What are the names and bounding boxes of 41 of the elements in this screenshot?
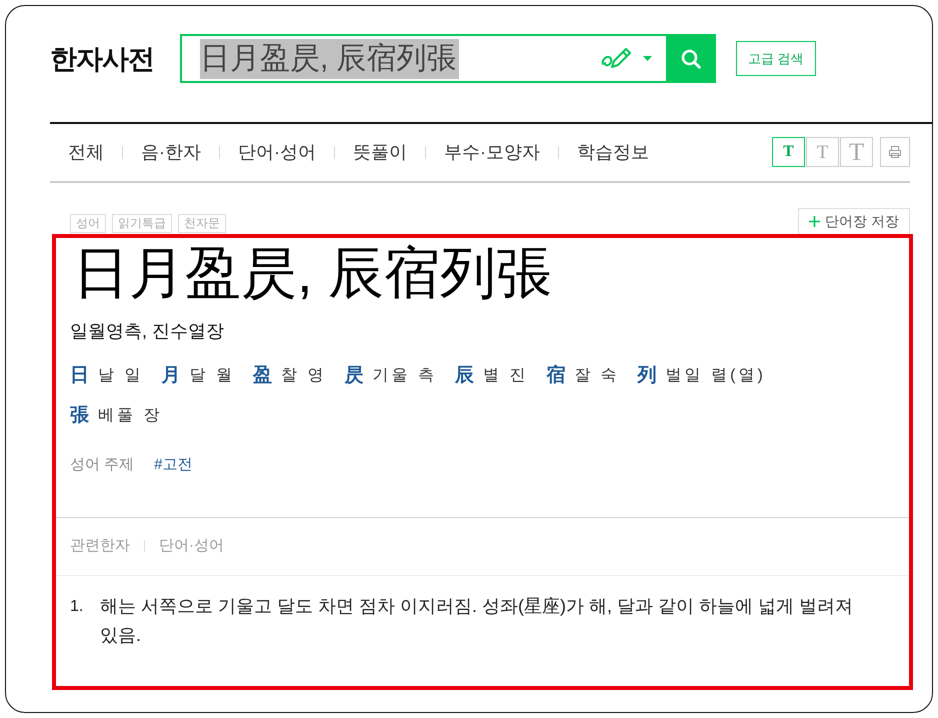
- hanja-link[interactable]: 昃: [344, 362, 364, 388]
- search-query: 日月盈昃, 辰宿列張: [200, 38, 459, 78]
- search-icon: [681, 48, 701, 68]
- hanja-meaning: 잘 숙: [574, 366, 620, 386]
- site-logo[interactable]: 한자사전: [50, 40, 180, 76]
- plus-icon: [809, 216, 820, 227]
- hanja-meaning: 찰 영: [280, 366, 326, 386]
- hanja-link[interactable]: 盈: [252, 362, 272, 388]
- hanja-link[interactable]: 辰: [454, 362, 474, 388]
- caret-icon[interactable]: [643, 56, 652, 61]
- hanja-link[interactable]: 張: [70, 402, 89, 428]
- entry-reading: 일월영측, 진수열장: [70, 320, 226, 343]
- nav-tab[interactable]: 음·한자: [141, 140, 201, 164]
- nav-tab[interactable]: 단어·성어: [238, 140, 316, 164]
- hanja-link[interactable]: 日: [70, 362, 89, 388]
- hanja-meaning: 기울 측: [372, 366, 437, 386]
- hanja-meaning: 날 일: [98, 366, 144, 386]
- definition-number: 1.: [70, 597, 84, 617]
- category-tag: 읽기특급: [112, 214, 172, 233]
- search-field[interactable]: 日月盈昃, 辰宿列張: [180, 34, 666, 83]
- print-button[interactable]: [880, 137, 910, 167]
- nav-tab[interactable]: 전체: [68, 140, 104, 164]
- hanja-link[interactable]: 列: [638, 362, 657, 388]
- category-tag: 성어: [70, 214, 106, 233]
- topic-label: 성어 주제: [70, 455, 134, 475]
- printer-icon: [888, 145, 902, 159]
- hanja-link[interactable]: 月: [161, 362, 180, 388]
- hanja-link[interactable]: 宿: [546, 362, 566, 388]
- definition-text: 해는 서쪽으로 기울고 달도 차면 점차 이지러짐. 성좌(星座)가 해, 달과 같이 하늘에 넓게 벌려져 있음.: [100, 595, 854, 647]
- topic-hashtag-link[interactable]: #고전: [154, 455, 193, 475]
- hanja-meaning: 베풀 장: [98, 406, 162, 426]
- nav-tab[interactable]: 뜻풀이: [353, 140, 407, 164]
- hanja-meaning: 벌일 렬(열): [666, 366, 766, 386]
- save-to-wordbook-button[interactable]: 단어장 저장: [798, 208, 910, 234]
- hanja-meaning: 별 진: [482, 366, 528, 386]
- nav-tab[interactable]: 부수·모양자: [444, 140, 540, 164]
- nav-tab[interactable]: 학습정보: [577, 140, 649, 164]
- category-tag: 천자문: [178, 214, 226, 233]
- hanja-meaning: 달 월: [189, 366, 235, 386]
- search-button[interactable]: [666, 34, 716, 83]
- entry-title: 日月盈昃, 辰宿列張: [73, 241, 554, 305]
